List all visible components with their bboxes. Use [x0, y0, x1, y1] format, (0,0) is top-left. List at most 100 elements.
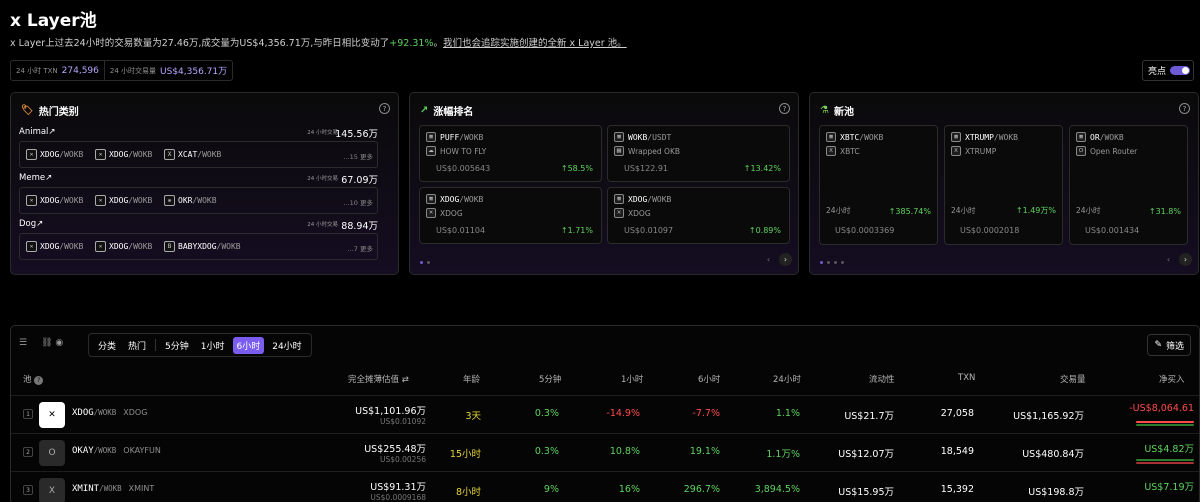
tab-6h[interactable]: 6小时 [232, 336, 265, 354]
col-liquidity[interactable]: 流动性 [869, 373, 895, 385]
prev-icon[interactable]: ‹ [1162, 253, 1175, 266]
toggle-switch[interactable] [1170, 66, 1191, 75]
token-icon: ✕ [614, 208, 624, 218]
chip-quote: /WOKB [128, 242, 153, 251]
category-name-link[interactable]: Meme↗ [19, 173, 52, 183]
carousel-dots[interactable] [820, 261, 844, 264]
card-header: ↗ 涨幅排名 [420, 103, 473, 118]
help-icon[interactable]: ? [779, 103, 790, 114]
prev-icon[interactable]: ‹ [762, 253, 775, 266]
pool-chip[interactable]: ✕ XDOG/WOKB [95, 149, 152, 160]
category-pools: ✕ XDOG/WOKB ✕ XDOG/WOKB ❋ OKR/WOKB ...10 更多 [19, 187, 378, 214]
token-icon: ▦ [1076, 132, 1086, 142]
token-icon: ❋ [164, 195, 175, 206]
new-pool-tile[interactable]: ▦ XBTC/WOKB X XBTC 24小时 ↑385.74% US$0.0003… [819, 125, 938, 245]
carousel-dots[interactable] [420, 261, 430, 264]
pool-chip[interactable]: ✕ XDOG/WOKB [95, 241, 152, 252]
gainer-tile[interactable]: ▦ XDOG/WOKB ✕ XDOG US$0.01097 ↑0.89% [607, 187, 790, 244]
pool-quote: /WOKB [93, 408, 117, 417]
desc-link[interactable]: 我们也会追踪实施创建的全新 x Layer 池。 [443, 38, 627, 49]
pool-chip[interactable]: ❋ OKR/WOKB [164, 195, 217, 206]
chip-quote: /WOKB [59, 242, 84, 251]
tab-1h[interactable]: 1小时 [197, 337, 229, 354]
pool-chip[interactable]: ✕ XDOG/WOKB [26, 241, 83, 252]
tile-base: OR [1090, 132, 1100, 142]
col-24h[interactable]: 24小时 [773, 373, 801, 385]
col-volume[interactable]: 交易量 [1060, 373, 1086, 385]
chip-base: XDOG [40, 196, 60, 205]
col-fdv[interactable]: 完全摊薄估值 ⇄ [348, 373, 409, 385]
table-row[interactable]: 2 O OKAY/WOKB OKAYFUN US$255.48万 US$0.002… [11, 433, 1199, 471]
gainer-tile[interactable]: ▦ XDOG/WOKB ✕ XDOG US$0.01104 ↑1.71% [419, 187, 602, 244]
col-5m[interactable]: 5分钟 [539, 373, 561, 385]
tile-change-value: 385.74% [895, 207, 931, 216]
carousel-dot[interactable] [420, 261, 423, 264]
col-pool[interactable]: 池 ? [23, 373, 44, 385]
tile-quote: /WOKB [647, 194, 672, 204]
chip-base: XDOG [109, 242, 129, 251]
pool-chip[interactable]: B BABYXDOG/WOKB [164, 241, 241, 252]
col-6h[interactable]: 6小时 [698, 373, 720, 385]
change-5m: 0.3% [534, 408, 559, 419]
page-title: x Layer池 [10, 11, 97, 31]
carousel-dot[interactable] [827, 261, 830, 264]
sliders-icon[interactable]: ☰ [19, 338, 27, 348]
highlight-toggle[interactable]: 亮点 [1142, 60, 1194, 81]
new-pools-title: 新池 [833, 107, 854, 118]
external-link-icon: ↗ [36, 219, 44, 229]
change-24h: 3,894.5% [754, 484, 800, 495]
tile-name: Wrapped OKB [628, 146, 681, 156]
card-header: 🏷 热门类别 [21, 103, 79, 118]
pool-name: XDOG/WOKB XDOG [72, 408, 147, 418]
next-icon[interactable]: › [1179, 253, 1192, 266]
pool-name: OKAY/WOKB OKAYFUN [72, 446, 161, 456]
tile-base: XTRUMP [965, 132, 994, 142]
chip-quote: /WOKB [59, 196, 84, 205]
chip-base: XDOG [109, 196, 129, 205]
carousel-dot[interactable] [841, 261, 844, 264]
carousel-dot[interactable] [427, 261, 430, 264]
pool-chip[interactable]: ✕ XDOG/WOKB [95, 195, 152, 206]
next-icon[interactable]: › [779, 253, 792, 266]
tile-price: US$0.001434 [1085, 226, 1140, 235]
pool-chip[interactable]: ✕ XDOG/WOKB [26, 149, 83, 160]
change-1h: -14.9% [606, 408, 640, 419]
help-icon[interactable]: ? [379, 103, 390, 114]
card-header: ⚗ 新池 [820, 103, 854, 118]
col-net-buy[interactable]: 净买入 [1159, 373, 1185, 385]
col-1h[interactable]: 1小时 [621, 373, 643, 385]
tab-5m[interactable]: 5分钟 [161, 337, 193, 354]
tab-24h[interactable]: 24小时 [268, 337, 305, 354]
pool-ticker: OKAYFUN [123, 446, 161, 455]
gainer-tile[interactable]: ▦ WOKB/USDT ▦ Wrapped OKB US$122.91 ↑13.42… [607, 125, 790, 182]
more-link[interactable]: ...7 更多 [348, 243, 373, 253]
table-row[interactable]: 1 ✕ XDOG/WOKB XDOG US$1,101.96万 US$0.0109… [11, 395, 1199, 433]
chain-icon[interactable]: ⛓ ◉ [41, 338, 63, 348]
carousel-dot[interactable] [820, 261, 823, 264]
gainer-tile[interactable]: ▦ PUFF/WOKB ☁ HOW TO FLY US$0.005643 ↑58.5… [419, 125, 602, 182]
tile-price: US$0.0003369 [835, 226, 895, 235]
tab-hot[interactable]: 热门 [124, 337, 150, 354]
fdv-value: US$255.48万 [364, 444, 426, 455]
carousel-dot[interactable] [834, 261, 837, 264]
table-row[interactable]: 3 X XMINT/WOKB XMINT US$91.31万 US$0.00091… [11, 471, 1199, 502]
change-5m: 0.3% [534, 446, 559, 457]
more-link[interactable]: ...15 更多 [343, 151, 373, 161]
desc-period: 。 [433, 38, 443, 49]
col-txn[interactable]: TXN [958, 373, 975, 383]
change-1h: 10.8% [609, 446, 640, 457]
age-value: 3天 [465, 411, 481, 422]
price-value: US$0.01092 [379, 417, 426, 426]
more-link[interactable]: ...10 更多 [343, 197, 373, 207]
new-pool-tile[interactable]: ▦ XTRUMP/WOKB X XTRUMP 24小时 ↑1.49万% US$0.0… [944, 125, 1063, 245]
category-name-link[interactable]: Animal↗ [19, 127, 56, 137]
new-pool-tile[interactable]: ▦ OR/WOKB O Open Router 24小时 ↑31.8% US$0.0… [1069, 125, 1188, 245]
pool-chip[interactable]: ✕ XDOG/WOKB [26, 195, 83, 206]
tile-price: US$0.0002018 [960, 226, 1020, 235]
col-age[interactable]: 年龄 [463, 373, 480, 385]
filter-button[interactable]: ✎ 筛选 [1147, 334, 1191, 356]
help-icon[interactable]: ? [1179, 103, 1190, 114]
pool-chip[interactable]: X XCAT/WOKB [164, 149, 221, 160]
tile-label: 24小时 [826, 206, 851, 215]
category-name-link[interactable]: Dog↗ [19, 219, 43, 229]
